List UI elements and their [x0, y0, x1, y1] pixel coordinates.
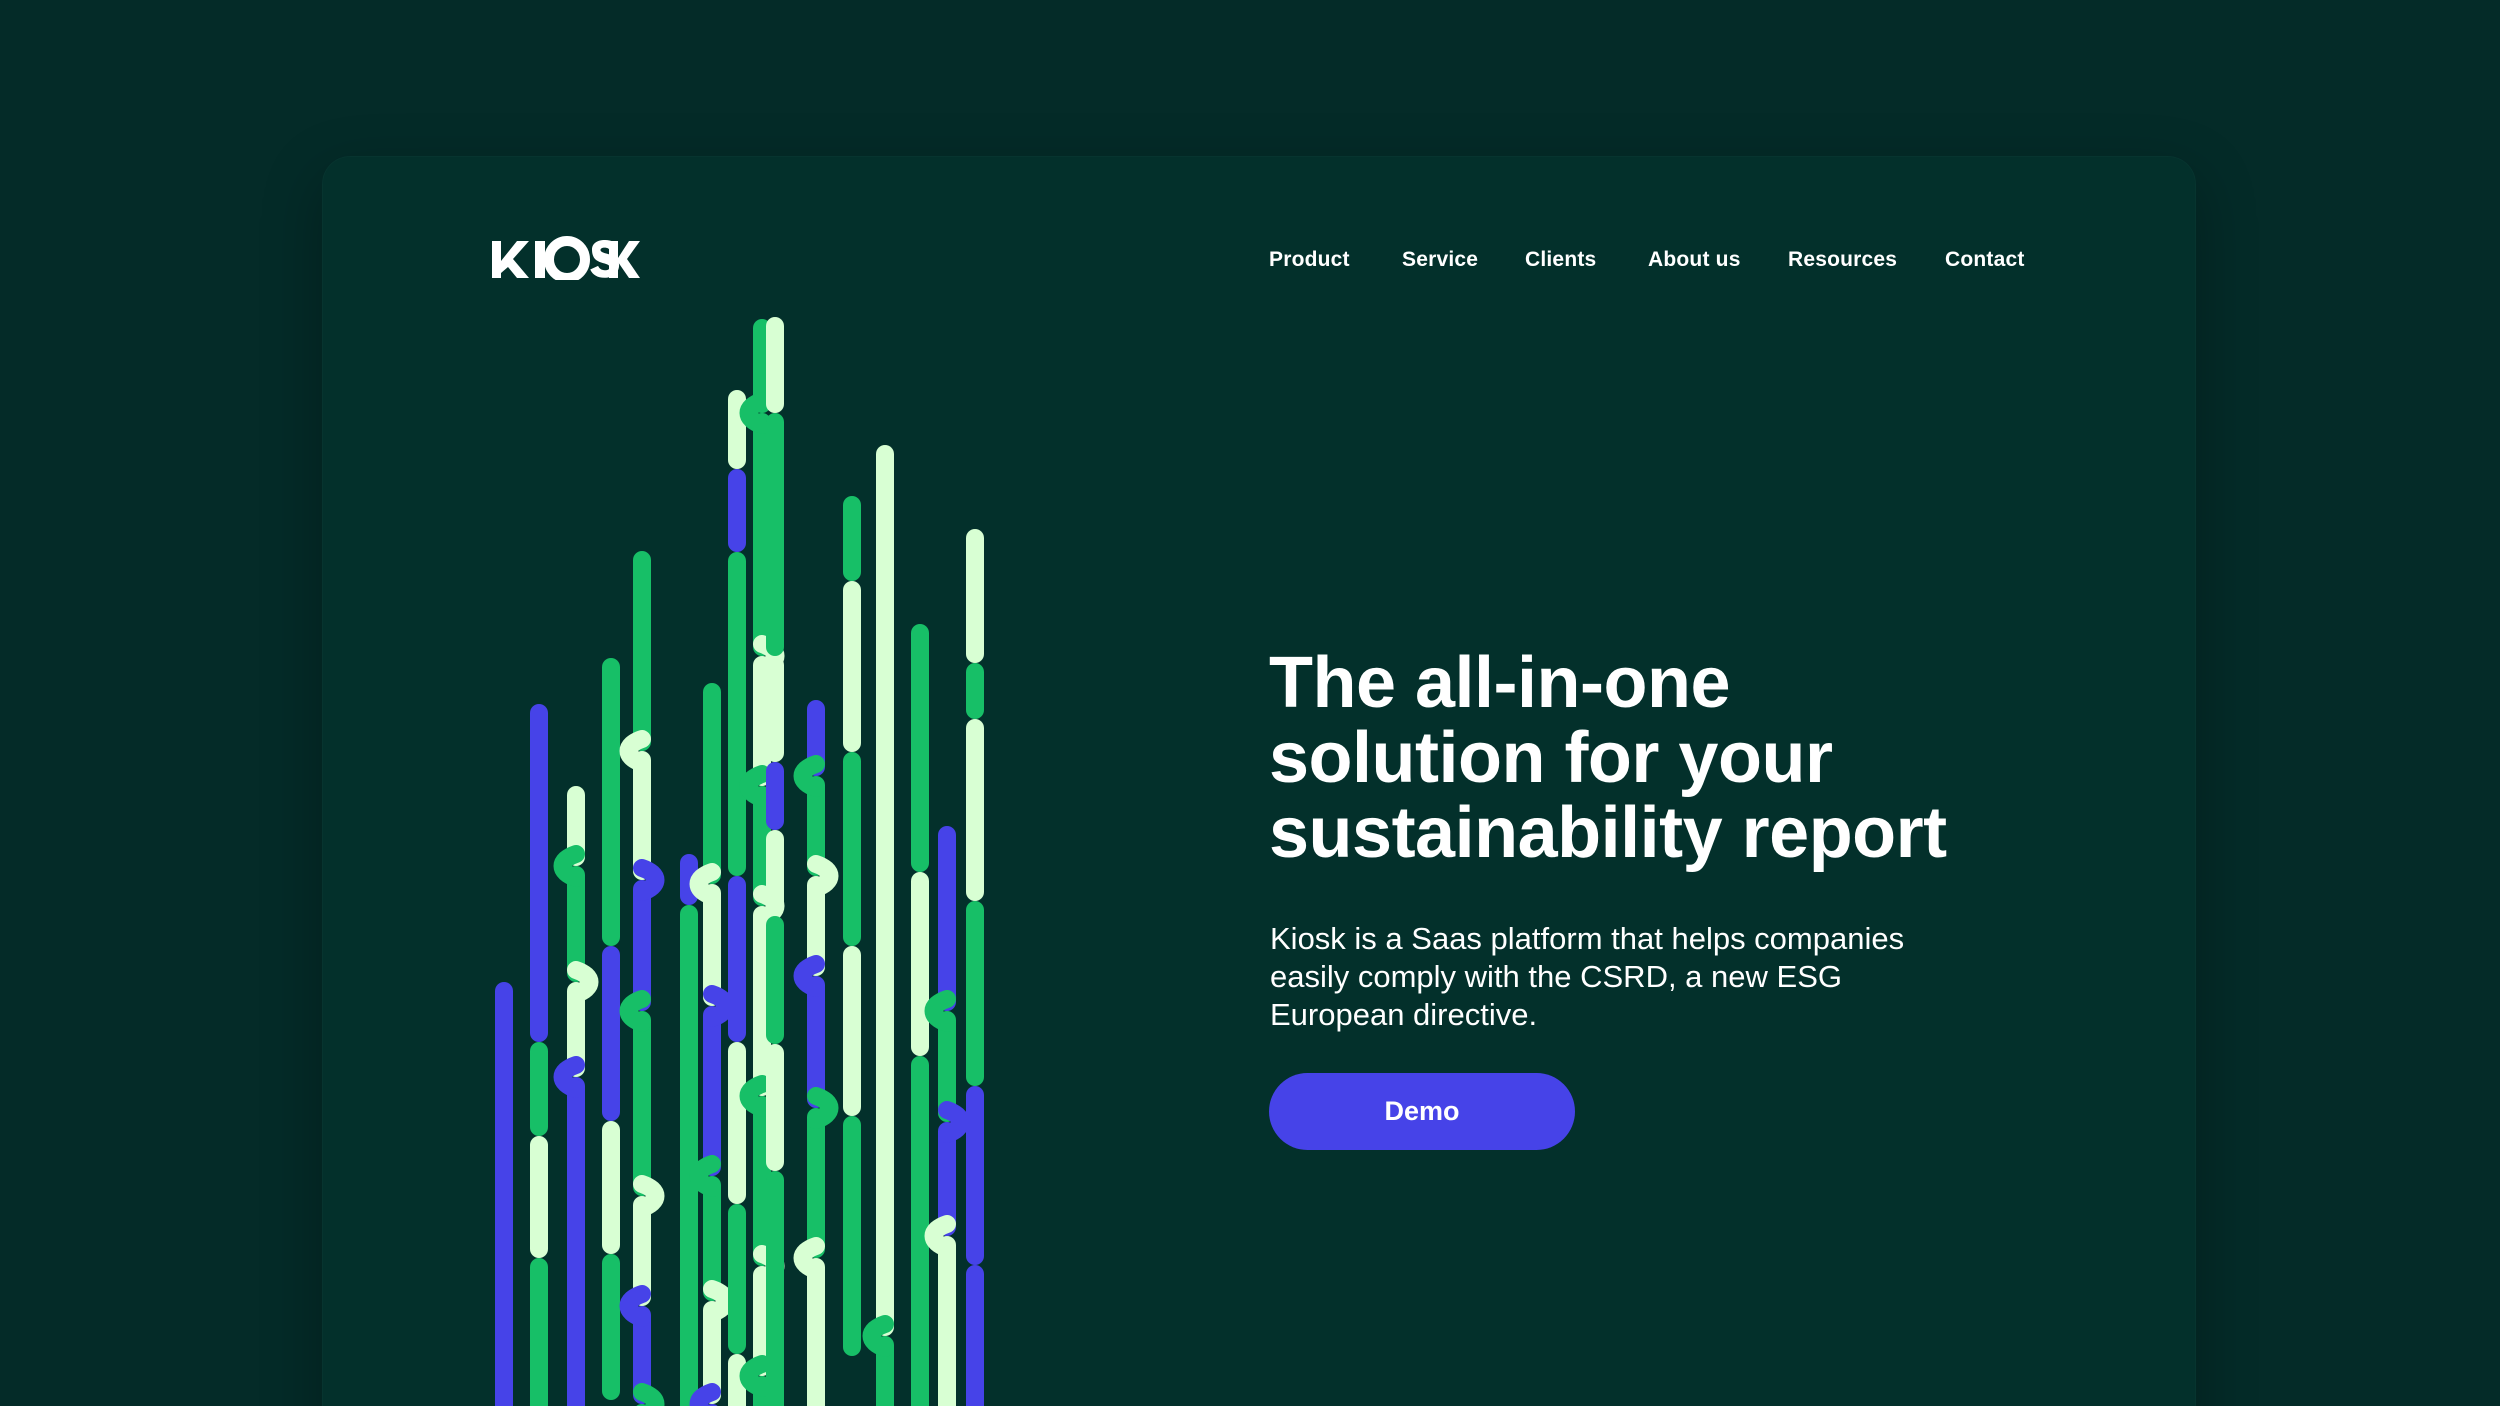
- hero-headline-line-3: sustainability report: [1269, 793, 1947, 874]
- illustration-bar-segment: [766, 1044, 784, 1171]
- illustration-bar-segment: [911, 624, 929, 872]
- illustration-bar-segment: [728, 552, 746, 876]
- demo-button[interactable]: Demo: [1269, 1073, 1575, 1150]
- illustration-curve-connector: [633, 1383, 665, 1406]
- hero-description-line-1: Kiosk is a Saas platform that helps comp…: [1270, 921, 1905, 956]
- illustration-bar-segment: [843, 752, 861, 946]
- hero-headline-line-1: The all-in-one: [1269, 643, 1731, 724]
- illustration-curve-connector: [807, 1087, 839, 1129]
- hero-description-line-2: easily comply with the CSRD, a new ESG: [1270, 959, 1842, 994]
- illustration-curve-connector: [553, 845, 585, 887]
- illustration-bar-segment: [843, 1116, 861, 1356]
- illustration-curve-connector: [924, 1215, 956, 1257]
- illustration-bar-segment: [911, 872, 929, 1056]
- illustration-bar-segment: [728, 1042, 746, 1204]
- illustration-bar-segment: [495, 982, 513, 1406]
- illustration-curve-connector: [938, 1101, 970, 1143]
- illustration-bar-segment: [807, 1108, 825, 1258]
- illustration-curve-connector: [739, 765, 771, 807]
- illustration-curve-connector: [807, 855, 839, 897]
- illustration-bar-segment: [766, 916, 784, 1044]
- illustration-bar-segment: [530, 704, 548, 1042]
- illustration-bar-segment: [966, 719, 984, 901]
- illustration-curve-connector: [633, 859, 665, 901]
- illustration-bar-segment: [602, 658, 620, 946]
- illustration-bar-segment: [633, 551, 651, 751]
- illustration-bar-segment: [602, 946, 620, 1121]
- illustration-curve-connector: [739, 1075, 771, 1117]
- illustration-bar-segment: [766, 656, 784, 762]
- illustration-bar-segment: [728, 876, 746, 1042]
- hero-headline: The all-in-one solution for your sustain…: [1269, 646, 2149, 871]
- illustration-bar-segment: [766, 830, 784, 916]
- illustration-bar-segment: [680, 905, 698, 1406]
- illustration-curve-connector: [619, 730, 651, 772]
- nav-contact-link[interactable]: Contact: [1945, 248, 2025, 272]
- illustration-curve-connector: [703, 1280, 735, 1322]
- website-card: Product Service Clients About us Resourc…: [322, 156, 2196, 1406]
- nav-clients-link[interactable]: Clients: [1525, 248, 1596, 272]
- sustainability-bars-illustration: [495, 317, 984, 1406]
- illustration-bar-segment: [938, 1236, 956, 1406]
- illustration-bar-segment: [703, 683, 721, 884]
- illustration-bar-segment: [966, 901, 984, 1086]
- illustration-bar-segment: [633, 1011, 651, 1196]
- illustration-bar-segment: [807, 1258, 825, 1406]
- illustration-bar-segment: [766, 317, 784, 413]
- illustration-bar-segment: [602, 1254, 620, 1400]
- illustration-bar-segment: [530, 1258, 548, 1406]
- illustration-curve-connector: [739, 392, 771, 434]
- illustration-bar-segment: [938, 826, 956, 1011]
- illustration-bar-segment: [602, 1121, 620, 1254]
- illustration-bar-segment: [766, 762, 784, 830]
- nav-service-link[interactable]: Service: [1402, 248, 1478, 272]
- illustration-curve-connector: [689, 863, 721, 905]
- illustration-bar-segment: [876, 445, 894, 1336]
- illustration-curve-connector: [633, 1175, 665, 1217]
- illustration-bar-segment: [966, 1265, 984, 1406]
- illustration-bar-segment: [703, 1006, 721, 1176]
- illustration-bar-segment: [843, 581, 861, 752]
- illustration-curve-connector: [793, 755, 825, 797]
- illustration-bar-segment: [530, 1136, 548, 1258]
- illustration-curve-connector: [862, 1315, 894, 1357]
- hero-description: Kiosk is a Saas platform that helps comp…: [1270, 920, 2030, 1034]
- illustration-curve-connector: [703, 985, 735, 1027]
- illustration-bar-segment: [728, 390, 746, 469]
- illustration-bar-segment: [530, 1042, 548, 1136]
- illustration-curve-connector: [689, 1383, 721, 1406]
- illustration-curve-connector: [619, 990, 651, 1032]
- illustration-bar-segment: [966, 663, 984, 719]
- illustration-bar-segment: [766, 413, 784, 656]
- illustration-bar-segment: [766, 1171, 784, 1406]
- illustration-bar-segment: [567, 1077, 585, 1406]
- illustration-curve-connector: [619, 1285, 651, 1327]
- illustration-curve-connector: [567, 961, 599, 1003]
- illustration-curve-connector: [924, 990, 956, 1032]
- illustration-bar-segment: [843, 496, 861, 581]
- illustration-curve-connector: [553, 1056, 585, 1098]
- illustration-curve-connector: [739, 1355, 771, 1397]
- illustration-bar-segment: [843, 946, 861, 1116]
- illustration-bar-segment: [728, 1204, 746, 1354]
- illustration-bar-segment: [966, 529, 984, 663]
- nav-about-us-link[interactable]: About us: [1648, 248, 1741, 272]
- page-background: Product Service Clients About us Resourc…: [0, 0, 2500, 1406]
- illustration-bar-segment: [728, 469, 746, 552]
- nav-resources-link[interactable]: Resources: [1788, 248, 1897, 272]
- illustration-curve-connector: [689, 1155, 721, 1197]
- hero-headline-line-2: solution for your: [1269, 718, 1833, 799]
- illustration-curve-connector: [793, 1237, 825, 1279]
- hero-description-line-3: European directive.: [1270, 997, 1538, 1032]
- illustration-bar-segment: [966, 1086, 984, 1265]
- illustration-curve-connector: [793, 955, 825, 997]
